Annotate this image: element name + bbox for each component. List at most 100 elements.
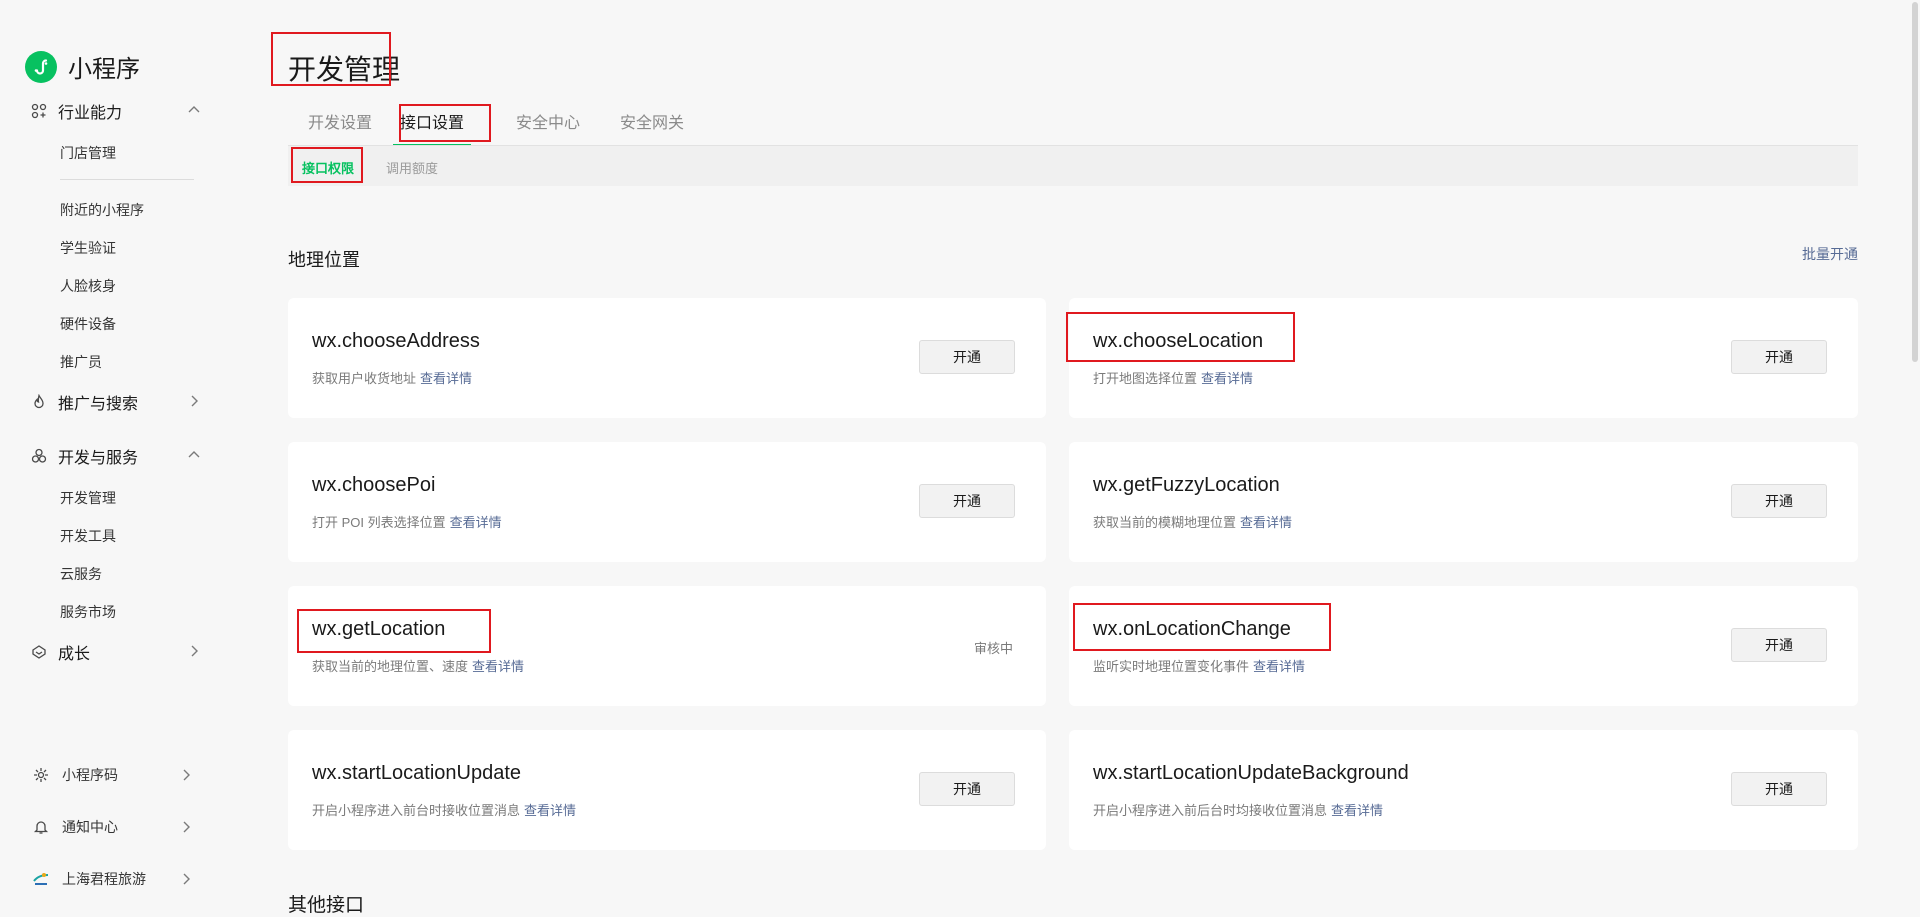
qrcode-icon (32, 766, 50, 784)
view-detail-link[interactable]: 查看详情 (450, 515, 502, 530)
api-desc-text: 打开地图选择位置 (1093, 371, 1198, 386)
miniprogram-logo-icon (25, 50, 57, 83)
api-name: wx.startLocationUpdate (312, 762, 522, 784)
enable-button[interactable]: 开通 (919, 340, 1015, 374)
chevron-right-icon (183, 769, 190, 781)
sidebar-item-market[interactable]: 服务市场 (60, 602, 116, 622)
nav-group-label: 行业能力 (58, 105, 123, 122)
chevron-right-icon (183, 873, 190, 885)
enable-button[interactable]: 开通 (919, 484, 1015, 518)
nav-group-industry[interactable]: 行业能力 (30, 98, 202, 124)
enable-button[interactable]: 开通 (1731, 340, 1827, 374)
view-detail-link[interactable]: 查看详情 (1331, 803, 1383, 818)
bottom-item-label: 通知中心 (62, 819, 118, 835)
api-name: wx.chooseLocation (1093, 330, 1264, 352)
view-detail-link[interactable]: 查看详情 (420, 371, 472, 386)
nav-group-label: 推广与搜索 (58, 396, 139, 413)
api-desc-text: 获取当前的地理位置、速度 (312, 659, 469, 674)
api-name: wx.startLocationUpdateBackground (1093, 762, 1409, 784)
sidebar-divider (60, 179, 194, 180)
sidebar-item-notifications[interactable]: 通知中心 (32, 815, 194, 839)
bottom-item-label: 上海君程旅游 (62, 871, 146, 887)
sidebar-item-hardware[interactable]: 硬件设备 (60, 314, 116, 334)
section-title-location: 地理位置 (288, 250, 360, 270)
api-card: wx.startLocationUpdate 开启小程序进入前台时接收位置消息查… (288, 730, 1046, 850)
chevron-up-icon (188, 451, 200, 458)
nav-group-dev-service[interactable]: 开发与服务 (30, 443, 202, 469)
sidebar-item-store[interactable]: 门店管理 (60, 143, 116, 163)
api-card: wx.getLocation 获取当前的地理位置、速度 查看详情 审核中 (288, 586, 1046, 706)
sidebar-item-qrcode[interactable]: 小程序码 (32, 763, 194, 787)
chevron-right-icon (191, 645, 198, 657)
page-scrollbar[interactable] (1910, 0, 1920, 913)
nav-group-label: 成长 (58, 646, 91, 663)
api-desc-text: 获取用户收货地址 (312, 371, 417, 386)
sidebar-item-student[interactable]: 学生验证 (60, 238, 116, 258)
bottom-item-label: 小程序码 (62, 767, 118, 783)
sidebar-item-dev-tools[interactable]: 开发工具 (60, 526, 116, 546)
promotion-icon (30, 393, 48, 411)
api-description: 开启小程序进入前台时接收位置消息 查看详情 (312, 800, 576, 819)
api-name: wx.onLocationChange (1093, 618, 1291, 640)
view-detail-link[interactable]: 查看详情 (1201, 371, 1253, 386)
enable-button[interactable]: 开通 (1731, 772, 1827, 806)
api-desc-text: 监听实时地理位置变化事件 (1093, 659, 1250, 674)
api-desc-text: 开启小程序进入前后台时均接收位置消息 (1093, 803, 1328, 818)
nav-group-promotion[interactable]: 推广与搜索 (30, 389, 202, 415)
enable-button[interactable]: 开通 (919, 772, 1015, 806)
api-name: wx.chooseAddress (312, 330, 480, 352)
api-card: wx.choosePoi 打开 POI 列表选择位置 查看详情 开通 (288, 442, 1046, 562)
subtab-bar: 接口权限 调用额度 (288, 146, 1858, 186)
industry-icon (30, 102, 48, 120)
api-description: 监听实时地理位置变化事件 查看详情 (1093, 656, 1305, 675)
api-description: 获取当前的模糊地理位置 查看详情 (1093, 512, 1292, 531)
subtab-api-permission[interactable]: 接口权限 (302, 158, 354, 177)
sidebar-item-account[interactable]: 上海君程旅游 (32, 867, 194, 891)
tab-api-settings[interactable]: 接口设置 (393, 110, 472, 146)
api-card: wx.onLocationChange 监听实时地理位置变化事件 查看详情 开通 (1069, 586, 1858, 706)
api-description: 获取用户收货地址 查看详情 (312, 368, 472, 387)
api-card: wx.chooseLocation 打开地图选择位置 查看详情 开通 (1069, 298, 1858, 418)
api-name: wx.choosePoi (312, 474, 436, 496)
sidebar: 小程序 行业能力 门店管理 附近的小程序 学生验证 人脸核身 硬件设备 推广员 … (0, 0, 230, 913)
account-logo-icon (32, 870, 50, 888)
api-description: 开启小程序进入前后台时均接收位置消息 查看详情 (1093, 800, 1383, 819)
sidebar-item-cloud[interactable]: 云服务 (60, 564, 102, 584)
tab-dev-settings[interactable]: 开发设置 (308, 110, 372, 144)
view-detail-link[interactable]: 查看详情 (524, 803, 576, 818)
subtab-call-quota[interactable]: 调用额度 (386, 158, 438, 177)
chevron-right-icon (183, 821, 190, 833)
api-description: 获取当前的地理位置、速度 查看详情 (312, 656, 524, 675)
sidebar-item-promoter[interactable]: 推广员 (60, 352, 102, 372)
scrollbar-thumb[interactable] (1912, 2, 1918, 362)
batch-enable-link[interactable]: 批量开通 (1802, 244, 1858, 264)
chevron-up-icon (188, 106, 200, 113)
api-card: wx.chooseAddress 获取用户收货地址 查看详情 开通 (288, 298, 1046, 418)
sidebar-item-nearby[interactable]: 附近的小程序 (60, 200, 144, 220)
tab-security-gateway[interactable]: 安全网关 (620, 110, 684, 144)
api-desc-text: 打开 POI 列表选择位置 (312, 515, 446, 530)
enable-button[interactable]: 开通 (1731, 628, 1827, 662)
review-status: 审核中 (973, 641, 1013, 656)
app-name: 小程序 (68, 56, 140, 83)
chevron-right-icon (191, 395, 198, 407)
api-name: wx.getFuzzyLocation (1093, 474, 1280, 496)
view-detail-link[interactable]: 查看详情 (1240, 515, 1292, 530)
api-name: wx.getLocation (312, 618, 446, 640)
enable-button[interactable]: 开通 (1731, 484, 1827, 518)
api-description: 打开 POI 列表选择位置 查看详情 (312, 512, 502, 531)
dev-service-icon (30, 447, 48, 465)
view-detail-link[interactable]: 查看详情 (472, 659, 524, 674)
bell-icon (32, 818, 50, 836)
sidebar-item-dev-manage[interactable]: 开发管理 (60, 488, 116, 508)
nav-group-growth[interactable]: 成长 (30, 639, 202, 665)
view-detail-link[interactable]: 查看详情 (1253, 659, 1305, 674)
nav-group-label: 开发与服务 (58, 450, 139, 467)
sidebar-item-face[interactable]: 人脸核身 (60, 276, 116, 296)
tab-security-center[interactable]: 安全中心 (516, 110, 580, 144)
api-desc-text: 开启小程序进入前台时接收位置消息 (312, 803, 521, 818)
growth-icon (30, 643, 48, 661)
api-card: wx.getFuzzyLocation 获取当前的模糊地理位置 查看详情 开通 (1069, 442, 1858, 562)
app-logo[interactable]: 小程序 (25, 49, 140, 84)
api-desc-text: 获取当前的模糊地理位置 (1093, 515, 1237, 530)
